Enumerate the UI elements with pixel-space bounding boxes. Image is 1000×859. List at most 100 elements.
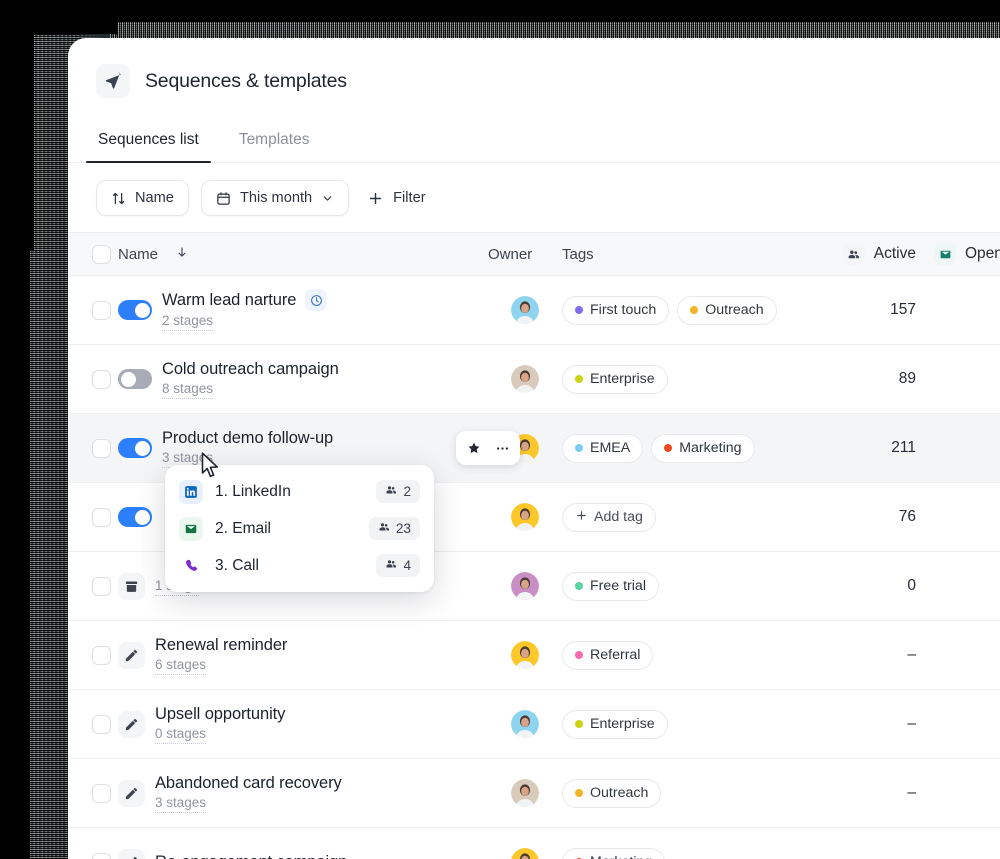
avatar[interactable] (511, 572, 539, 600)
stages-count[interactable]: 0 stages (155, 726, 207, 744)
pencil-icon[interactable] (118, 779, 145, 807)
header-active-label: Active (873, 245, 916, 262)
table-row[interactable]: Renewal reminder 6 stages Referral –– (68, 621, 1000, 690)
archive-icon[interactable] (118, 572, 145, 600)
row-select-cell (68, 369, 116, 389)
stages-count[interactable]: 8 stages (162, 381, 214, 399)
star-icon[interactable] (462, 436, 486, 460)
avatar[interactable] (511, 710, 539, 738)
row-checkbox[interactable] (91, 369, 111, 389)
tab-bar: Sequences list Templates (68, 122, 1000, 163)
header-owner[interactable]: Owner (488, 246, 562, 263)
sort-arrows-icon (111, 191, 126, 206)
name-block: Abandoned card recovery 3 stages (155, 774, 342, 813)
avatar[interactable] (511, 779, 539, 807)
row-checkbox[interactable] (91, 852, 111, 859)
sequence-toggle[interactable] (118, 369, 152, 389)
add-tag-button[interactable]: Add tag (562, 502, 656, 532)
owner-cell (488, 779, 562, 807)
header-name[interactable]: Name (116, 245, 488, 263)
table-row[interactable]: Upsell opportunity 0 stages Enterprise –– (68, 690, 1000, 759)
header-open[interactable]: Open (920, 243, 1000, 265)
header-name-label: Name (118, 245, 159, 263)
tag-chip[interactable]: Free trial (562, 571, 659, 601)
sequence-name[interactable]: Warm lead narture (162, 291, 296, 310)
stages-popup: 1. LinkedIn 2 2. Email 23 3. Call 4 (165, 465, 434, 592)
tag-chip[interactable]: EMEA (562, 433, 644, 463)
stage-count-value: 23 (395, 521, 411, 536)
table-row[interactable]: Warm lead narture 2 stages First touch Outr… (68, 276, 1000, 345)
toolbar: Name This month Filter (68, 163, 1000, 232)
tag-label: Enterprise (590, 371, 655, 387)
tag-color-dot (575, 789, 583, 797)
avatar[interactable] (511, 641, 539, 669)
row-checkbox[interactable] (91, 438, 111, 458)
tag-color-dot (575, 375, 583, 383)
header-tags[interactable]: Tags (562, 246, 824, 263)
add-filter-label: Filter (393, 190, 426, 206)
sequence-name[interactable]: Re-engagement campaign (155, 853, 347, 859)
row-checkbox[interactable] (91, 783, 111, 803)
tag-chip[interactable]: Outreach (562, 778, 662, 808)
sequence-name[interactable]: Abandoned card recovery (155, 774, 342, 793)
avatar[interactable] (511, 848, 539, 859)
row-checkbox[interactable] (91, 300, 111, 320)
table-row[interactable]: Cold outreach campaign 8 stages Enterprise… (68, 345, 1000, 414)
sequence-name[interactable]: Product demo follow-up (162, 429, 333, 448)
header-active[interactable]: Active (824, 243, 920, 265)
stages-count[interactable]: 2 stages (162, 313, 214, 331)
table-row[interactable]: Re-engagement campaign Marketing –– (68, 828, 1000, 859)
add-filter-button[interactable]: Filter (361, 180, 432, 216)
stage-count-badge: 23 (368, 517, 420, 540)
row-checkbox[interactable] (91, 714, 111, 734)
tag-chip[interactable]: Enterprise (562, 709, 668, 739)
stage-item-call[interactable]: 3. Call 4 (165, 547, 434, 584)
tag-chip[interactable]: Outreach (677, 295, 777, 325)
more-horizontal-icon[interactable] (490, 436, 514, 460)
sequence-name[interactable]: Upsell opportunity (155, 705, 285, 724)
tag-chip[interactable]: Marketing (651, 433, 755, 463)
tag-chip[interactable]: Marketing (562, 847, 666, 859)
row-select-cell (68, 852, 116, 859)
name-cell: Product demo follow-up 3 stages (116, 429, 488, 468)
sequence-name[interactable]: Cold outreach campaign (162, 360, 339, 379)
tag-label: Enterprise (590, 716, 655, 732)
owner-cell (488, 848, 562, 859)
pencil-icon[interactable] (118, 710, 145, 738)
row-select-cell (68, 714, 116, 734)
sequence-name[interactable]: Renewal reminder (155, 636, 287, 655)
select-all-checkbox[interactable] (91, 244, 111, 264)
tag-chip[interactable]: Referral (562, 640, 654, 670)
chevron-down-icon (321, 192, 334, 205)
sort-down-icon (175, 245, 189, 263)
tab-sequences-list[interactable]: Sequences list (86, 122, 211, 163)
table-header-row: Name Owner Tags Active Open (68, 232, 1000, 276)
stage-item-email[interactable]: 2. Email 23 (165, 510, 434, 547)
active-count: – (824, 853, 920, 859)
tag-label: First touch (590, 302, 657, 318)
row-checkbox[interactable] (91, 645, 111, 665)
avatar[interactable] (511, 296, 539, 324)
tab-templates[interactable]: Templates (237, 122, 312, 162)
stages-count[interactable]: 6 stages (155, 657, 207, 675)
table-row[interactable]: Abandoned card recovery 3 stages Outreach –… (68, 759, 1000, 828)
tags-cell: Referral (562, 640, 824, 670)
tag-chip[interactable]: Enterprise (562, 364, 668, 394)
avatar[interactable] (511, 365, 539, 393)
row-checkbox[interactable] (91, 507, 111, 527)
sequence-toggle[interactable] (118, 507, 152, 527)
date-range-button[interactable]: This month (200, 180, 350, 216)
row-checkbox[interactable] (91, 576, 111, 596)
sequence-toggle[interactable] (118, 300, 152, 320)
pencil-icon[interactable] (118, 848, 145, 859)
tag-color-dot (575, 651, 583, 659)
avatar[interactable] (511, 503, 539, 531)
tag-chip[interactable]: First touch (562, 295, 670, 325)
toggle-knob (120, 371, 136, 387)
stages-count[interactable]: 3 stages (155, 795, 207, 813)
sort-button[interactable]: Name (96, 180, 189, 216)
pencil-icon[interactable] (118, 641, 145, 669)
sequence-toggle[interactable] (118, 438, 152, 458)
name-cell: Warm lead narture 2 stages (116, 289, 488, 331)
tag-label: Marketing (679, 440, 742, 456)
